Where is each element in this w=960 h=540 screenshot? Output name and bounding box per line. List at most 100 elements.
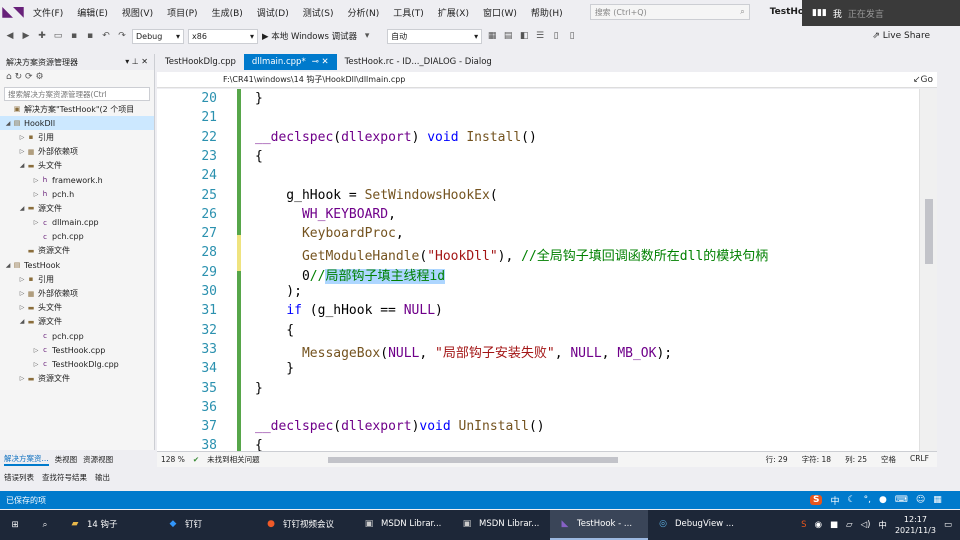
taskbar-task[interactable]: ◣ TestHook - ...: [550, 510, 648, 540]
clock[interactable]: 12:17 2021/11/3: [895, 514, 936, 536]
menu-item[interactable]: 视图(V): [115, 6, 160, 19]
code-line[interactable]: GetModuleHandle("HookDll"), //全局钩子填回调函数所…: [255, 245, 768, 264]
left-panel-tab[interactable]: 资源视图: [83, 454, 113, 465]
code-line[interactable]: }: [255, 361, 294, 376]
microphone-icon[interactable]: ●: [879, 495, 887, 505]
menu-item[interactable]: 生成(B): [205, 6, 250, 19]
recorder-icon[interactable]: ■: [830, 520, 838, 530]
solution-tree-item[interactable]: ▷ h pch.h: [0, 187, 154, 201]
pin-icon[interactable]: ▾ ⊥ ✕: [125, 57, 148, 67]
solution-tree-item[interactable]: c pch.cpp: [0, 329, 154, 343]
solution-tree-item[interactable]: c pch.cpp: [0, 230, 154, 244]
solution-tree-item[interactable]: ◢ ▤ TestHook: [0, 258, 154, 272]
taskbar-task[interactable]: ▰ 14 钩子: [60, 510, 158, 540]
menu-item[interactable]: 文件(F): [26, 6, 70, 19]
code-line[interactable]: WH_KEYBOARD,: [255, 207, 396, 222]
taskbar-task[interactable]: ● 钉钉视频会议: [256, 510, 354, 540]
vertical-scrollbar[interactable]: [919, 89, 937, 451]
code-line[interactable]: if (g_hHook == NULL): [255, 303, 443, 318]
expand-toggle-icon[interactable]: ▷: [18, 290, 26, 297]
user-icon[interactable]: ☺: [916, 495, 925, 505]
code-line[interactable]: __declspec(dllexport) void Install(): [255, 130, 537, 145]
output-tab[interactable]: 输出: [95, 472, 110, 483]
ime-tray[interactable]: 中: [878, 519, 887, 531]
chevron-down-icon[interactable]: ▾: [361, 31, 373, 41]
solution-tree-item[interactable]: ◢ ▬ 头文件: [0, 159, 154, 173]
refresh-icon[interactable]: ⟳: [25, 72, 33, 82]
forward-icon[interactable]: ▶: [20, 31, 32, 41]
code-line[interactable]: {: [255, 323, 294, 338]
punctuation-icon[interactable]: °,: [864, 495, 871, 505]
code-line[interactable]: g_hHook = SetWindowsHookEx(: [255, 188, 497, 203]
solution-tree-item[interactable]: ◢ ▬ 源文件: [0, 201, 154, 215]
solution-search-input[interactable]: 搜索解决方案资源管理器(Ctrl: [4, 87, 150, 101]
sogou-tray-icon[interactable]: S: [801, 520, 806, 530]
expand-toggle-icon[interactable]: ▷: [32, 191, 40, 198]
expand-toggle-icon[interactable]: ▷: [18, 148, 26, 155]
document-tab[interactable]: TestHookDlg.cpp: [157, 54, 244, 70]
solution-tree-item[interactable]: ▷ ▦ 外部依赖项: [0, 145, 154, 159]
expand-toggle-icon[interactable]: ▷: [18, 304, 26, 311]
run-debugger-button[interactable]: ▶ 本地 Windows 调试器: [262, 30, 357, 42]
platform-select[interactable]: x86 ▾: [188, 28, 258, 44]
ime-language[interactable]: 中: [830, 494, 839, 507]
menu-item[interactable]: 测试(S): [296, 6, 341, 19]
menu-item[interactable]: 工具(T): [386, 6, 431, 19]
left-panel-tab[interactable]: 类视图: [55, 454, 78, 465]
code-line[interactable]: }: [255, 381, 263, 396]
solution-tree-item[interactable]: ▣ 解决方案"TestHook"(2 个项目: [0, 102, 154, 116]
search-input[interactable]: 搜索 (Ctrl+Q): [595, 7, 647, 17]
solution-tree-item[interactable]: ▷ c TestHookDlg.cpp: [0, 357, 154, 371]
expand-toggle-icon[interactable]: ◢: [18, 205, 26, 212]
code-line[interactable]: );: [255, 284, 302, 299]
sync-icon[interactable]: ↻: [15, 72, 23, 82]
moon-icon[interactable]: ☾: [848, 495, 856, 505]
expand-toggle-icon[interactable]: ◢: [4, 262, 12, 269]
solution-tree-item[interactable]: ▷ h framework.h: [0, 173, 154, 187]
left-panel-tab[interactable]: 解决方案资...: [4, 453, 49, 466]
home-icon[interactable]: ⌂: [6, 72, 12, 82]
keyboard-icon[interactable]: ⌨: [895, 495, 908, 505]
settings-icon[interactable]: ⚙: [35, 72, 43, 82]
taskbar-task[interactable]: ◆ 钉钉: [158, 510, 256, 540]
start-button[interactable]: ⊞: [0, 510, 30, 540]
solution-tree-item[interactable]: ▷ ▬ 头文件: [0, 301, 154, 315]
expand-toggle-icon[interactable]: ◢: [4, 120, 12, 127]
menu-item[interactable]: 调试(D): [250, 6, 296, 19]
configuration-select[interactable]: Debug ▾: [132, 28, 184, 44]
expand-toggle-icon[interactable]: ▷: [18, 276, 26, 283]
search-box[interactable]: 搜索 (Ctrl+Q) ⌕: [589, 4, 750, 20]
scrollbar-thumb[interactable]: [925, 199, 933, 264]
code-line[interactable]: KeyboardProc,: [255, 226, 404, 241]
toolbar-icon[interactable]: ▯: [566, 31, 578, 41]
network-icon[interactable]: ▱: [846, 520, 853, 530]
new-item-icon[interactable]: ✚: [36, 31, 48, 41]
code-line[interactable]: 0//局部钩子填主线程id: [255, 265, 446, 284]
solution-tree-item[interactable]: ▷ ▪ 引用: [0, 272, 154, 286]
menu-item[interactable]: 窗口(W): [476, 6, 524, 19]
menu-item[interactable]: 编辑(E): [70, 6, 115, 19]
toolbar-icon[interactable]: ▯: [550, 31, 562, 41]
go-button[interactable]: ↙Go: [913, 75, 933, 85]
solution-tree-item[interactable]: ▷ ▪ 引用: [0, 130, 154, 144]
zoom-level[interactable]: 128 %: [161, 455, 185, 464]
toolbar-icon[interactable]: ▦: [486, 31, 498, 41]
code-editor[interactable]: 20 21 22 23 24 25 26 27 28 29 30 31 32 33 34 35 36 37 38 }…: [157, 89, 927, 451]
grid-icon[interactable]: ▦: [933, 495, 942, 505]
code-line[interactable]: __declspec(dllexport)void UnInstall(): [255, 419, 545, 434]
taskbar-task[interactable]: ▣ MSDN Librar...: [452, 510, 550, 540]
menu-item[interactable]: 帮助(H): [524, 6, 570, 19]
expand-toggle-icon[interactable]: ▷: [32, 347, 40, 354]
output-tab[interactable]: 错误列表: [4, 472, 34, 483]
horizontal-scrollbar-thumb[interactable]: [327, 456, 618, 463]
code-line[interactable]: }: [255, 91, 263, 106]
menu-item[interactable]: 扩展(X): [431, 6, 476, 19]
solution-tree-item[interactable]: ▷ ▬ 资源文件: [0, 372, 154, 386]
undo-icon[interactable]: ↶: [100, 31, 112, 41]
sogou-icon[interactable]: S: [810, 495, 823, 505]
solution-tree-item[interactable]: ◢ ▬ 源文件: [0, 315, 154, 329]
solution-config-select[interactable]: 自动 ▾: [387, 28, 483, 44]
expand-toggle-icon[interactable]: ◢: [18, 318, 26, 325]
expand-toggle-icon[interactable]: ▷: [32, 177, 40, 184]
code-line[interactable]: MessageBox(NULL, "局部钩子安装失败", NULL, MB_OK…: [255, 342, 672, 361]
